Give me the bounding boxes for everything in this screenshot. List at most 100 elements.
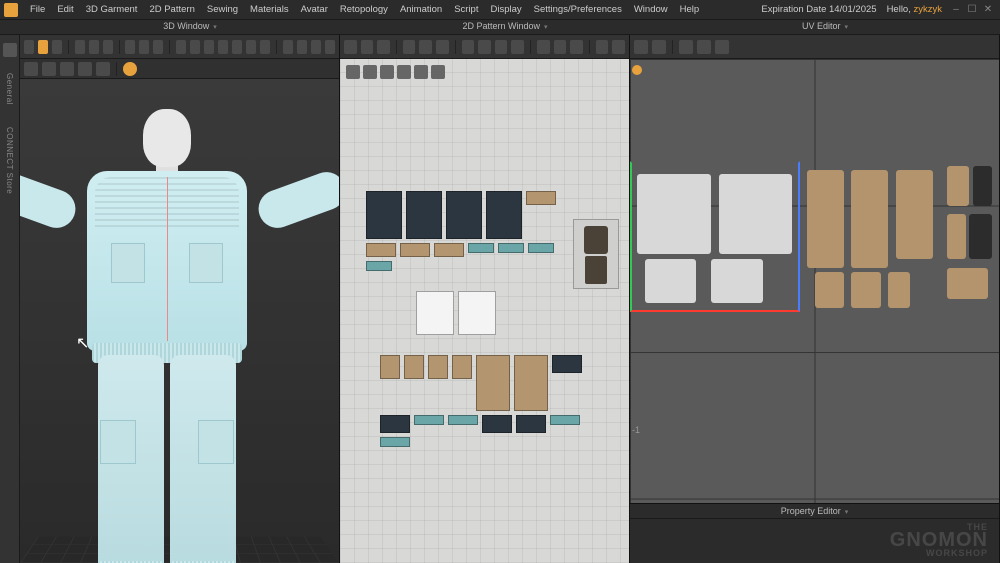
tool3d-layer-icon[interactable]	[297, 40, 307, 54]
tool2d-rect-icon[interactable]	[419, 40, 432, 54]
tool2d-transform-icon[interactable]	[377, 40, 390, 54]
pattern-trim-4[interactable]	[366, 261, 392, 271]
pattern-jacket-back-r[interactable]	[486, 191, 522, 239]
tool3d-stitch-icon[interactable]	[190, 40, 200, 54]
pattern-yoke-3[interactable]	[400, 243, 430, 257]
tool2d-trace-icon[interactable]	[537, 40, 550, 54]
uv-island-jacket-5[interactable]	[947, 268, 988, 299]
tooluv-mode2-icon[interactable]	[652, 40, 666, 54]
viewport-uv[interactable]: -1	[630, 59, 999, 503]
pattern-pant-panel-3[interactable]	[482, 415, 512, 433]
tool3d-seam-icon[interactable]	[260, 40, 270, 54]
pattern-jacket-front-l[interactable]	[366, 191, 402, 239]
float2d-toggle2-icon[interactable]	[380, 65, 394, 79]
sidebar-tab-general[interactable]	[3, 43, 17, 57]
uv-island-pant-1[interactable]	[807, 170, 844, 268]
pattern-yoke-2[interactable]	[366, 243, 396, 257]
menu-retopology[interactable]: Retopology	[334, 4, 394, 15]
uv-island-jacket-3[interactable]	[947, 214, 965, 258]
tool2d-seam2-icon[interactable]	[495, 40, 508, 54]
viewport-3d[interactable]: ↖	[20, 79, 339, 563]
menu-settings-preferences[interactable]: Settings/Preferences	[528, 4, 628, 15]
pattern-pant-panel-1[interactable]	[552, 355, 582, 373]
uv-island-pocket-2[interactable]	[851, 272, 881, 308]
menu-script[interactable]: Script	[448, 4, 484, 15]
view3d-show-avatar-icon[interactable]	[24, 62, 38, 76]
menu-avatar[interactable]: Avatar	[295, 4, 334, 15]
tool2d-edit-icon[interactable]	[361, 40, 374, 54]
pattern-pant-front-l[interactable]	[476, 355, 510, 411]
tool2d-dart-icon[interactable]	[462, 40, 475, 54]
menu-2d-pattern[interactable]: 2D Pattern	[143, 4, 200, 15]
pattern-pant-panel-2[interactable]	[380, 415, 410, 433]
float2d-toggle1-icon[interactable]	[363, 65, 377, 79]
uv-island-shirt-back[interactable]	[719, 174, 793, 254]
pattern-yoke-4[interactable]	[434, 243, 464, 257]
pattern-yoke-1[interactable]	[526, 191, 556, 205]
float2d-lock-icon[interactable]	[431, 65, 445, 79]
uv-island-pant-2[interactable]	[851, 170, 888, 268]
float2d-snap-icon[interactable]	[346, 65, 360, 79]
pattern-cuff-1[interactable]	[414, 415, 444, 425]
view3d-indicator-icon[interactable]	[123, 62, 137, 76]
menu-edit[interactable]: Edit	[51, 4, 79, 15]
viewport-2d[interactable]	[340, 59, 629, 563]
pattern-pocket-3[interactable]	[428, 355, 448, 379]
panel-title-2d[interactable]: 2D Pattern Window	[360, 20, 650, 34]
uv-island-pant-3[interactable]	[896, 170, 933, 259]
tool3d-cut-icon[interactable]	[89, 40, 99, 54]
pattern-pocket-2[interactable]	[404, 355, 424, 379]
tool3d-fold-icon[interactable]	[176, 40, 186, 54]
pattern-pocket-1[interactable]	[380, 355, 400, 379]
pattern-jacket-front-r[interactable]	[406, 191, 442, 239]
uv-island-shirt-front[interactable]	[637, 174, 711, 254]
pattern-jacket-back-l[interactable]	[446, 191, 482, 239]
view3d-show-texture-icon[interactable]	[60, 62, 74, 76]
tool3d-mesh-icon[interactable]	[125, 40, 135, 54]
minimize-button[interactable]: –	[950, 4, 962, 16]
app-logo[interactable]	[4, 3, 18, 17]
pattern-pant-panel-4[interactable]	[516, 415, 546, 433]
pattern-cuff-4[interactable]	[380, 437, 410, 447]
panel-title-uv[interactable]: UV Editor	[650, 20, 1000, 34]
view3d-show-pins-icon[interactable]	[78, 62, 92, 76]
tool3d-select-rect-icon[interactable]	[52, 40, 62, 54]
pattern-preview-box[interactable]	[573, 219, 619, 289]
view3d-show-garment-icon[interactable]	[42, 62, 56, 76]
property-editor-title[interactable]: Property Editor	[630, 504, 999, 519]
tool2d-internal-icon[interactable]	[511, 40, 524, 54]
tool2d-sym-icon[interactable]	[570, 40, 583, 54]
tool3d-zipper-icon[interactable]	[232, 40, 242, 54]
pattern-trim-1[interactable]	[468, 243, 494, 253]
tool3d-brush-icon[interactable]	[75, 40, 85, 54]
pattern-pant-front-r[interactable]	[514, 355, 548, 411]
tool3d-tack-icon[interactable]	[204, 40, 214, 54]
uv-island-jacket-1[interactable]	[947, 166, 969, 206]
uv-island-pocket-1[interactable]	[815, 272, 845, 308]
tool3d-avatar-icon[interactable]	[139, 40, 149, 54]
tool3d-arrange-icon[interactable]	[311, 40, 321, 54]
close-button[interactable]: ✕	[982, 4, 994, 16]
maximize-button[interactable]: ☐	[966, 4, 978, 16]
float2d-toggle3-icon[interactable]	[397, 65, 411, 79]
tool2d-circle-icon[interactable]	[436, 40, 449, 54]
uv-island-jacket-2[interactable]	[973, 166, 991, 206]
pattern-shirt-back[interactable]	[458, 291, 496, 335]
tool2d-grade-icon[interactable]	[554, 40, 567, 54]
tool2d-notch-icon[interactable]	[478, 40, 491, 54]
tooluv-align-icon[interactable]	[715, 40, 729, 54]
uv-island-sleeve-2[interactable]	[711, 259, 763, 303]
tool2d-select-arrow-icon[interactable]	[344, 40, 357, 54]
pattern-trim-2[interactable]	[498, 243, 524, 253]
tool3d-pin-icon[interactable]	[103, 40, 113, 54]
menu-sewing[interactable]: Sewing	[201, 4, 244, 15]
tool3d-texture-icon[interactable]	[283, 40, 293, 54]
menu-window[interactable]: Window	[628, 4, 674, 15]
view3d-show-mesh-icon[interactable]	[96, 62, 110, 76]
tooluv-mode1-icon[interactable]	[634, 40, 648, 54]
panel-title-3d[interactable]: 3D Window	[20, 20, 360, 34]
tooluv-unfold-icon[interactable]	[697, 40, 711, 54]
tool3d-select-arrow-icon[interactable]	[24, 40, 34, 54]
float2d-move-icon[interactable]	[414, 65, 428, 79]
uv-island-pocket-3[interactable]	[888, 272, 910, 308]
